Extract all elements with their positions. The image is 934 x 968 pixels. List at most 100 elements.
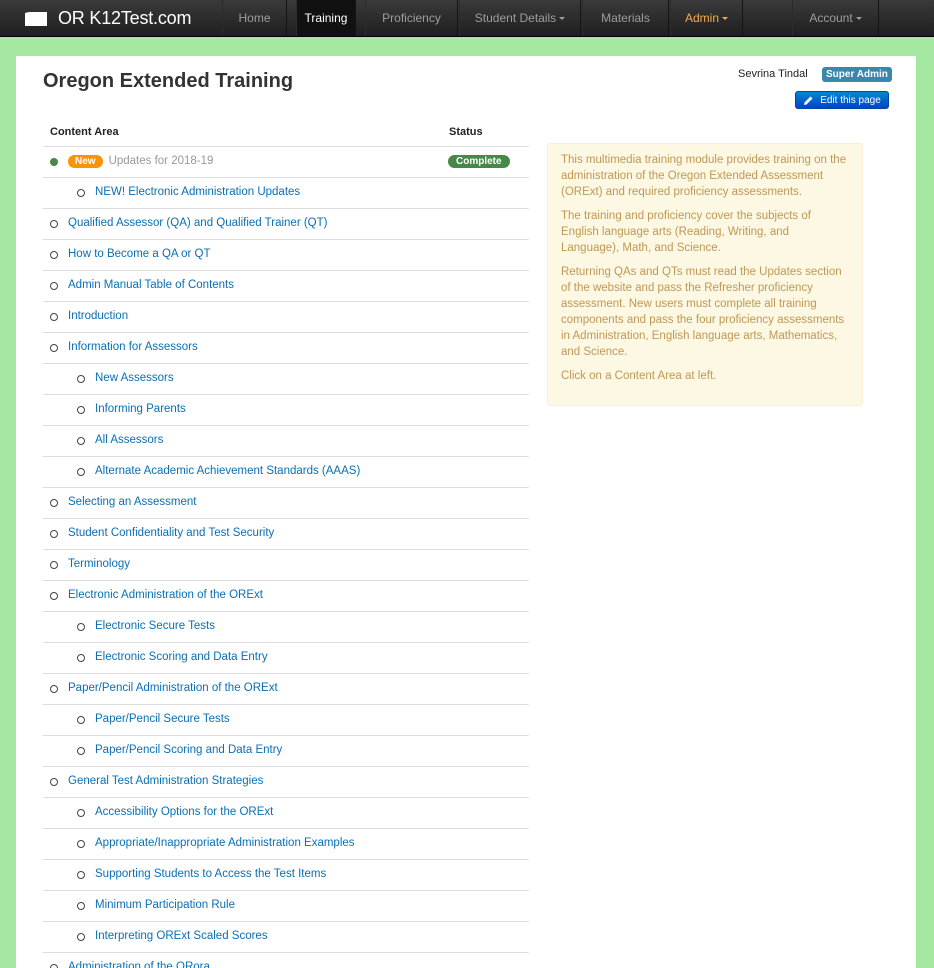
content-area-label: Minimum Participation Rule xyxy=(95,899,235,911)
content-area-label: Qualified Assessor (QA) and Qualified Tr… xyxy=(68,217,328,229)
table-row[interactable]: Electronic Administration of the ORExt xyxy=(43,581,529,612)
content-area-link[interactable]: New Assessors xyxy=(95,372,174,384)
content-area-link[interactable]: Interpreting ORExt Scaled Scores xyxy=(95,930,268,942)
content-area-link[interactable]: Alternate Academic Achievement Standards… xyxy=(95,465,360,477)
table-row[interactable]: Selecting an Assessment xyxy=(43,488,529,519)
nav-admin-label: Admin xyxy=(684,11,719,25)
table-row[interactable]: Electronic Scoring and Data Entry xyxy=(43,643,529,674)
table-row[interactable]: General Test Administration Strategies xyxy=(43,767,529,798)
content-area-label: NEW! Electronic Administration Updates xyxy=(95,186,301,198)
content-area-link[interactable]: Qualified Assessor (QA) and Qualified Tr… xyxy=(68,217,328,229)
table-row[interactable]: Admin Manual Table of Contents xyxy=(43,271,529,302)
content-area-label: Updates for 2018-19 xyxy=(108,155,214,167)
table-row[interactable]: All Assessors xyxy=(43,426,529,457)
table-row[interactable]: Electronic Secure Tests xyxy=(43,612,529,643)
content-area-link[interactable]: Information for Assessors xyxy=(68,341,198,353)
table-row[interactable]: Administration of the ORora xyxy=(43,953,529,968)
table-row[interactable]: New Updates for 2018-19 Complete xyxy=(43,147,529,178)
table-row[interactable]: Paper/Pencil Secure Tests xyxy=(43,705,529,736)
table-row[interactable]: Qualified Assessor (QA) and Qualified Tr… xyxy=(43,209,529,240)
brand-link[interactable]: OR K12Test.com xyxy=(24,0,191,37)
table-row[interactable]: Paper/Pencil Administration of the ORExt xyxy=(43,674,529,705)
content-area-link[interactable]: General Test Administration Strategies xyxy=(68,775,263,787)
pencil-icon xyxy=(804,96,813,105)
circle-bullet-icon xyxy=(50,778,58,786)
table-row[interactable]: Introduction xyxy=(43,302,529,333)
circle-bullet-icon xyxy=(50,344,58,352)
chevron-down-icon xyxy=(855,16,862,20)
circle-bullet-icon xyxy=(50,561,58,569)
table-row[interactable]: Appropriate/Inappropriate Administration… xyxy=(43,829,529,860)
content-area-label: Interpreting ORExt Scaled Scores xyxy=(95,930,268,942)
content-area-link[interactable]: New Updates for 2018-19 xyxy=(68,155,213,168)
table-body: New Updates for 2018-19 Complete NEW! Elect… xyxy=(43,147,529,968)
content-area-link[interactable]: Administration of the ORora xyxy=(68,961,210,968)
content-area-label: Electronic Scoring and Data Entry xyxy=(95,651,268,663)
nav-training-label: Training xyxy=(304,11,348,25)
content-area-label: Administration of the ORora xyxy=(68,961,210,968)
content-area-label: Information for Assessors xyxy=(68,341,198,353)
status-badge: Complete xyxy=(448,155,510,168)
content-area-label: Introduction xyxy=(68,310,129,322)
info-paragraph: This multimedia training module provides… xyxy=(561,154,847,198)
table-row[interactable]: Accessibility Options for the ORExt xyxy=(43,798,529,829)
content-area-link[interactable]: Introduction xyxy=(68,310,128,322)
content-area-link[interactable]: Paper/Pencil Scoring and Data Entry xyxy=(95,744,282,756)
column-status: Status xyxy=(449,126,483,138)
table-row[interactable]: Terminology xyxy=(43,550,529,581)
edit-page-label: Edit this page xyxy=(820,94,881,106)
content-area-link[interactable]: Paper/Pencil Secure Tests xyxy=(95,713,230,725)
nav-home[interactable]: Home xyxy=(222,0,287,36)
content-area-link[interactable]: Appropriate/Inappropriate Administration… xyxy=(95,837,355,849)
main-panel: Oregon Extended Training Sevrina Tindal … xyxy=(16,56,916,968)
edit-page-button[interactable]: Edit this page xyxy=(795,91,889,109)
circle-bullet-icon xyxy=(77,189,85,197)
nav-account[interactable]: Account xyxy=(792,0,879,36)
content-area-link[interactable]: Student Confidentiality and Test Securit… xyxy=(68,527,274,539)
column-content-area: Content Area xyxy=(50,126,119,138)
content-area-link[interactable]: Supporting Students to Access the Test I… xyxy=(95,868,326,880)
nav-admin[interactable]: Admin xyxy=(670,0,743,36)
table-row[interactable]: Alternate Academic Achievement Standards… xyxy=(43,457,529,488)
content-area-label: Accessibility Options for the ORExt xyxy=(95,806,274,818)
table-row[interactable]: New Assessors xyxy=(43,364,529,395)
nav-materials[interactable]: Materials xyxy=(582,0,669,36)
circle-bullet-icon xyxy=(77,375,85,383)
table-row[interactable]: Interpreting ORExt Scaled Scores xyxy=(43,922,529,953)
content-area-link[interactable]: Electronic Scoring and Data Entry xyxy=(95,651,268,663)
content-area-link[interactable]: NEW! Electronic Administration Updates xyxy=(95,186,300,198)
table-row[interactable]: Student Confidentiality and Test Securit… xyxy=(43,519,529,550)
content-area-label: All Assessors xyxy=(95,434,164,446)
table-row[interactable]: Paper/Pencil Scoring and Data Entry xyxy=(43,736,529,767)
content-area-link[interactable]: Paper/Pencil Administration of the ORExt xyxy=(68,682,278,694)
oregon-state-icon xyxy=(25,11,47,26)
circle-bullet-icon xyxy=(77,716,85,724)
table-row[interactable]: Minimum Participation Rule xyxy=(43,891,529,922)
circle-bullet-icon xyxy=(50,592,58,600)
nav-proficiency[interactable]: Proficiency xyxy=(365,0,458,36)
nav-proficiency-label: Proficiency xyxy=(382,11,441,25)
content-area-link[interactable]: Accessibility Options for the ORExt xyxy=(95,806,273,818)
content-area-link[interactable]: Terminology xyxy=(68,558,130,570)
content-area-link[interactable]: All Assessors xyxy=(95,434,163,446)
table-row[interactable]: Informing Parents xyxy=(43,395,529,426)
nav-training[interactable]: Training xyxy=(296,0,356,36)
content-area-link[interactable]: Electronic Administration of the ORExt xyxy=(68,589,263,601)
circle-bullet-icon xyxy=(77,623,85,631)
circle-bullet-icon xyxy=(50,251,58,259)
chevron-down-icon xyxy=(722,16,728,20)
nav-student-details[interactable]: Student Details xyxy=(459,0,581,36)
content-area-link[interactable]: Admin Manual Table of Contents xyxy=(68,279,234,291)
content-area-link[interactable]: Informing Parents xyxy=(95,403,186,415)
new-badge: New xyxy=(68,155,103,168)
table-row[interactable]: NEW! Electronic Administration Updates xyxy=(43,178,529,209)
content-area-label: Paper/Pencil Administration of the ORExt xyxy=(68,682,278,694)
table-row[interactable]: How to Become a QA or QT xyxy=(43,240,529,271)
content-area-link[interactable]: Electronic Secure Tests xyxy=(95,620,215,632)
info-paragraph: Returning QAs and QTs must read the Upda… xyxy=(561,266,845,358)
table-row[interactable]: Supporting Students to Access the Test I… xyxy=(43,860,529,891)
table-row[interactable]: Information for Assessors xyxy=(43,333,529,364)
content-area-link[interactable]: Selecting an Assessment xyxy=(68,496,197,508)
content-area-link[interactable]: Minimum Participation Rule xyxy=(95,899,235,911)
content-area-link[interactable]: How to Become a QA or QT xyxy=(68,248,211,260)
